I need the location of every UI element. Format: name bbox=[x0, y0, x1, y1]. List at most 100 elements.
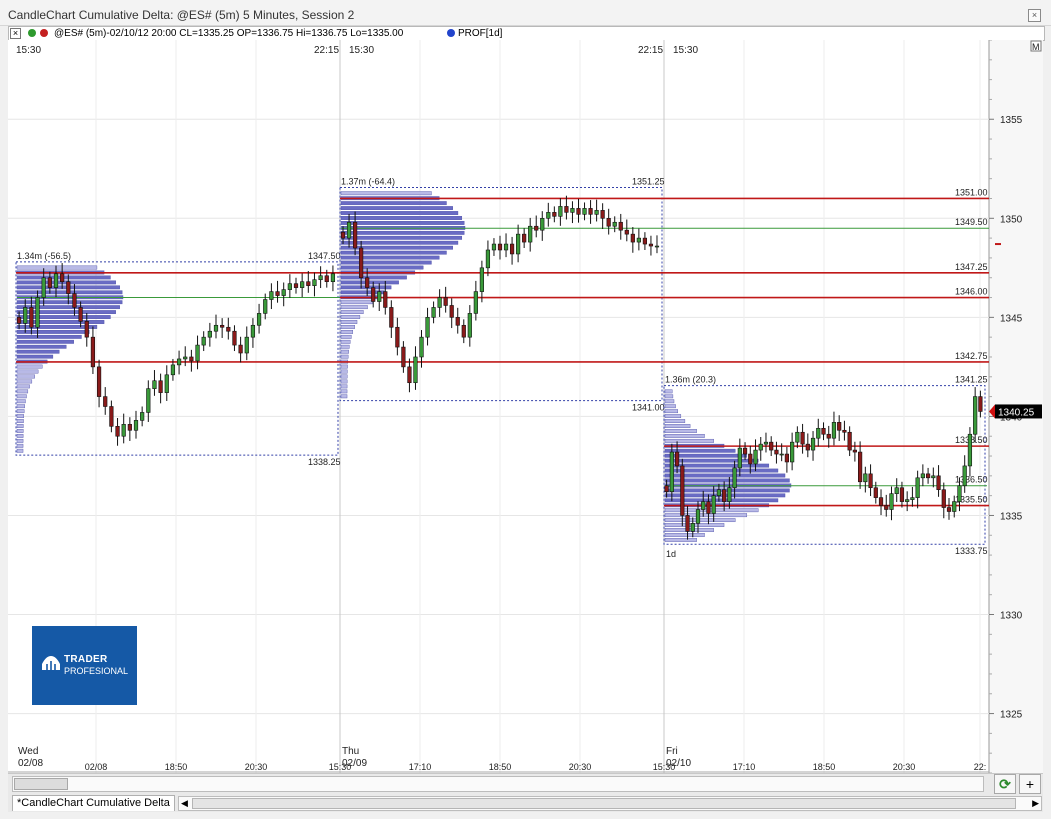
candle-body bbox=[293, 283, 299, 288]
candle-body bbox=[588, 208, 593, 215]
candle-body bbox=[183, 356, 188, 360]
time-axis-label: 20:30 bbox=[569, 762, 592, 772]
profile-bar bbox=[16, 419, 24, 423]
level-label: 1347.25 bbox=[955, 262, 988, 272]
candle-body bbox=[318, 275, 323, 281]
candle-body bbox=[244, 336, 249, 354]
candle-body bbox=[669, 451, 674, 492]
profile-bar bbox=[340, 379, 348, 384]
day-label: Fri bbox=[666, 746, 678, 757]
profile-bar bbox=[664, 419, 686, 423]
candle-body bbox=[680, 465, 685, 516]
plot-background bbox=[8, 40, 989, 773]
tab-scrollbar[interactable]: ◀ ▶ bbox=[178, 796, 1042, 811]
candle-body bbox=[312, 279, 317, 286]
profile-bar bbox=[340, 330, 354, 334]
candle-body bbox=[220, 324, 225, 328]
profile-bar bbox=[16, 399, 26, 404]
logo-text-line2: PROFESIONAL bbox=[64, 666, 129, 676]
candle-body bbox=[831, 422, 837, 439]
profile-bar bbox=[16, 354, 54, 359]
profile-bar bbox=[16, 334, 82, 339]
time-scrollbar[interactable] bbox=[12, 776, 984, 792]
candle-body bbox=[648, 243, 654, 247]
candle-body bbox=[395, 326, 400, 348]
logo-text-line1: TRADER bbox=[64, 654, 108, 665]
profile-bar bbox=[16, 300, 123, 305]
tab-scrollbar-thumb[interactable] bbox=[192, 798, 1016, 809]
candle-body bbox=[365, 277, 370, 288]
legend-close-icon[interactable]: × bbox=[10, 28, 21, 39]
candle-body bbox=[711, 495, 716, 514]
candle-body bbox=[461, 324, 466, 338]
logo-mark-icon bbox=[42, 656, 60, 670]
window-close-icon[interactable]: × bbox=[1028, 9, 1041, 22]
candle-body bbox=[905, 499, 910, 502]
candle-body bbox=[685, 515, 690, 532]
profile-low-label: 1338.25 bbox=[308, 457, 341, 467]
candle-body bbox=[306, 281, 311, 286]
candle-body bbox=[359, 247, 364, 279]
profile-bar bbox=[664, 404, 676, 409]
candle-body bbox=[763, 441, 769, 445]
profile-bar bbox=[340, 334, 352, 339]
candle-body bbox=[868, 473, 873, 489]
profile-bar bbox=[16, 369, 39, 374]
price-tick-label: 1330 bbox=[1000, 611, 1023, 622]
candle-body bbox=[401, 346, 406, 368]
legend-green-dot-icon[interactable] bbox=[28, 29, 36, 37]
candle-body bbox=[389, 307, 394, 328]
time-scrollbar-thumb[interactable] bbox=[14, 778, 68, 790]
candle-body bbox=[941, 489, 946, 508]
candle-body bbox=[664, 485, 669, 492]
candle-body bbox=[690, 523, 695, 532]
candle-body bbox=[915, 477, 920, 498]
time-axis-label: 18:50 bbox=[489, 762, 512, 772]
price-tick-label: 1345 bbox=[1000, 313, 1023, 324]
chart-area[interactable]: 13551350134513401335133013251.34m (-56.5… bbox=[8, 40, 1043, 773]
candle-body bbox=[967, 433, 973, 467]
profile-bar bbox=[340, 221, 465, 225]
candle-body bbox=[443, 297, 448, 306]
candle-body bbox=[281, 289, 286, 296]
profile-bar bbox=[16, 394, 27, 399]
price-tick-label: 1335 bbox=[1000, 511, 1023, 522]
candle-body bbox=[431, 307, 436, 318]
profile-bar bbox=[16, 443, 24, 448]
candle-body bbox=[467, 313, 472, 338]
candle-body bbox=[748, 453, 753, 465]
price-tick-label: 1325 bbox=[1000, 710, 1023, 721]
day-label: Thu bbox=[342, 746, 359, 757]
candlestick-chart[interactable]: 13551350134513401335133013251.34m (-56.5… bbox=[8, 40, 1043, 773]
legend-red-dot-icon[interactable] bbox=[40, 29, 48, 37]
candle-body bbox=[732, 467, 737, 489]
candle-body bbox=[863, 473, 868, 483]
scroll-left-icon[interactable]: ◀ bbox=[181, 797, 188, 810]
candle-body bbox=[479, 267, 484, 292]
candle-body bbox=[742, 447, 748, 455]
profile-bar bbox=[340, 280, 399, 285]
profile-bar bbox=[16, 414, 24, 419]
profile-low-label: 1341.00 bbox=[632, 403, 665, 413]
candle-body bbox=[152, 380, 157, 389]
candle-body bbox=[522, 233, 527, 243]
candle-body bbox=[936, 475, 941, 491]
scroll-right-icon[interactable]: ▶ bbox=[1032, 797, 1039, 810]
tab-candlechart-cumulative-delta[interactable]: *CandleChart Cumulative Delta bbox=[12, 795, 175, 811]
profile-bar bbox=[340, 310, 364, 314]
window-title-bar: CandleChart Cumulative Delta: @ES# (5m) … bbox=[0, 0, 1051, 26]
trader-profesional-logo: TRADER PROFESIONAL bbox=[32, 626, 137, 705]
price-tick-label: 1350 bbox=[1000, 214, 1023, 225]
candle-body bbox=[425, 317, 430, 338]
legend-blue-dot-icon[interactable] bbox=[447, 29, 455, 37]
candle-body bbox=[72, 293, 77, 308]
candle-body bbox=[275, 291, 280, 296]
candle-body bbox=[109, 406, 114, 427]
profile-bar bbox=[340, 384, 348, 389]
candle-body bbox=[346, 221, 352, 239]
profile-bar bbox=[340, 201, 447, 206]
profile-volume-label: 1.36m (20.3) bbox=[665, 375, 716, 385]
refresh-button[interactable]: ⟳ bbox=[994, 774, 1016, 794]
candle-body bbox=[189, 356, 194, 362]
add-chart-button[interactable]: + bbox=[1019, 774, 1041, 794]
